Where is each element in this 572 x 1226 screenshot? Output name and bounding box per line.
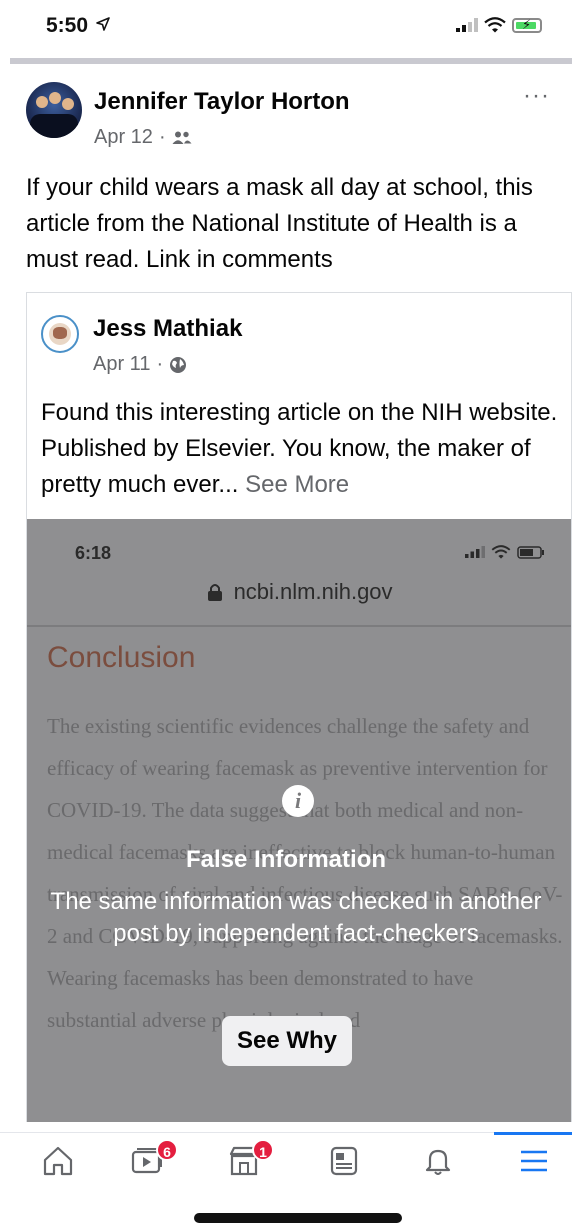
shared-post-date[interactable]: Apr 11 <box>93 353 150 376</box>
post-meta: Apr 12 · <box>94 126 192 149</box>
bell-icon <box>425 1149 451 1175</box>
more-dots-icon: ··· <box>523 82 550 109</box>
post-more-button[interactable]: ··· <box>523 82 550 110</box>
nav-item-home[interactable] <box>40 1143 84 1183</box>
author-avatar[interactable] <box>26 82 82 138</box>
status-time: 5:50 <box>46 14 110 38</box>
feed-divider <box>10 58 572 64</box>
nav-item-watch[interactable]: 6 <box>130 1139 178 1183</box>
globe-icon <box>170 356 187 373</box>
home-icon <box>43 1146 73 1176</box>
nav-item-notifications[interactable] <box>420 1143 464 1183</box>
nav-item-marketplace[interactable]: 1 <box>226 1139 274 1183</box>
embedded-time: 6:18 <box>75 543 112 563</box>
embedded-url-text: ncbi.nlm.nih.gov <box>233 579 393 604</box>
false-info-title: False Information <box>185 846 387 873</box>
watch-badge: 6 <box>156 1139 178 1161</box>
meta-separator: · <box>158 126 166 148</box>
home-indicator <box>194 1213 402 1223</box>
menu-icon <box>521 1150 547 1172</box>
nav-active-indicator <box>494 1132 572 1135</box>
news-icon <box>330 1146 358 1176</box>
embedded-status-icons <box>465 545 545 559</box>
false-info-description: The same information was checked in anot… <box>50 888 542 947</box>
shared-post-card[interactable]: Jess Mathiak Apr 11 · Found this interes… <box>26 292 572 1122</box>
status-icons: ⚡ <box>456 17 542 33</box>
friends-icon <box>172 131 192 144</box>
shared-post-meta: Apr 11 · <box>93 353 187 376</box>
bottom-nav: 6 1 <box>0 1132 572 1194</box>
see-more-link[interactable]: See More <box>245 471 349 498</box>
signal-icon <box>456 18 478 32</box>
signal-icon <box>465 546 485 558</box>
nav-item-menu[interactable] <box>516 1143 560 1183</box>
post-author-name[interactable]: Jennifer Taylor Horton <box>94 88 350 116</box>
location-arrow-icon <box>96 17 110 31</box>
battery-icon <box>517 545 544 559</box>
shared-author-name[interactable]: Jess Mathiak <box>93 315 242 343</box>
wifi-icon <box>484 17 506 33</box>
shared-post-text: Found this interesting article on the NI… <box>41 395 565 503</box>
status-time-text: 5:50 <box>46 14 89 37</box>
post-text: If your child wears a mask all day at sc… <box>26 174 533 273</box>
shared-author-avatar[interactable] <box>41 315 79 353</box>
post-date[interactable]: Apr 12 <box>94 126 153 149</box>
wifi-icon <box>491 545 511 559</box>
battery-icon: ⚡ <box>512 17 542 33</box>
info-icon: i <box>282 785 314 817</box>
meta-separator: · <box>156 353 164 375</box>
see-why-button[interactable]: See Why <box>222 1016 352 1066</box>
embedded-heading: Conclusion <box>47 641 196 674</box>
marketplace-badge: 1 <box>252 1139 274 1161</box>
status-bar: 5:50 ⚡ <box>0 0 572 56</box>
embedded-url-bar: ncbi.nlm.nih.gov <box>27 579 571 605</box>
nav-item-news[interactable] <box>326 1143 370 1183</box>
embedded-separator <box>27 625 571 627</box>
lock-icon <box>208 584 223 601</box>
